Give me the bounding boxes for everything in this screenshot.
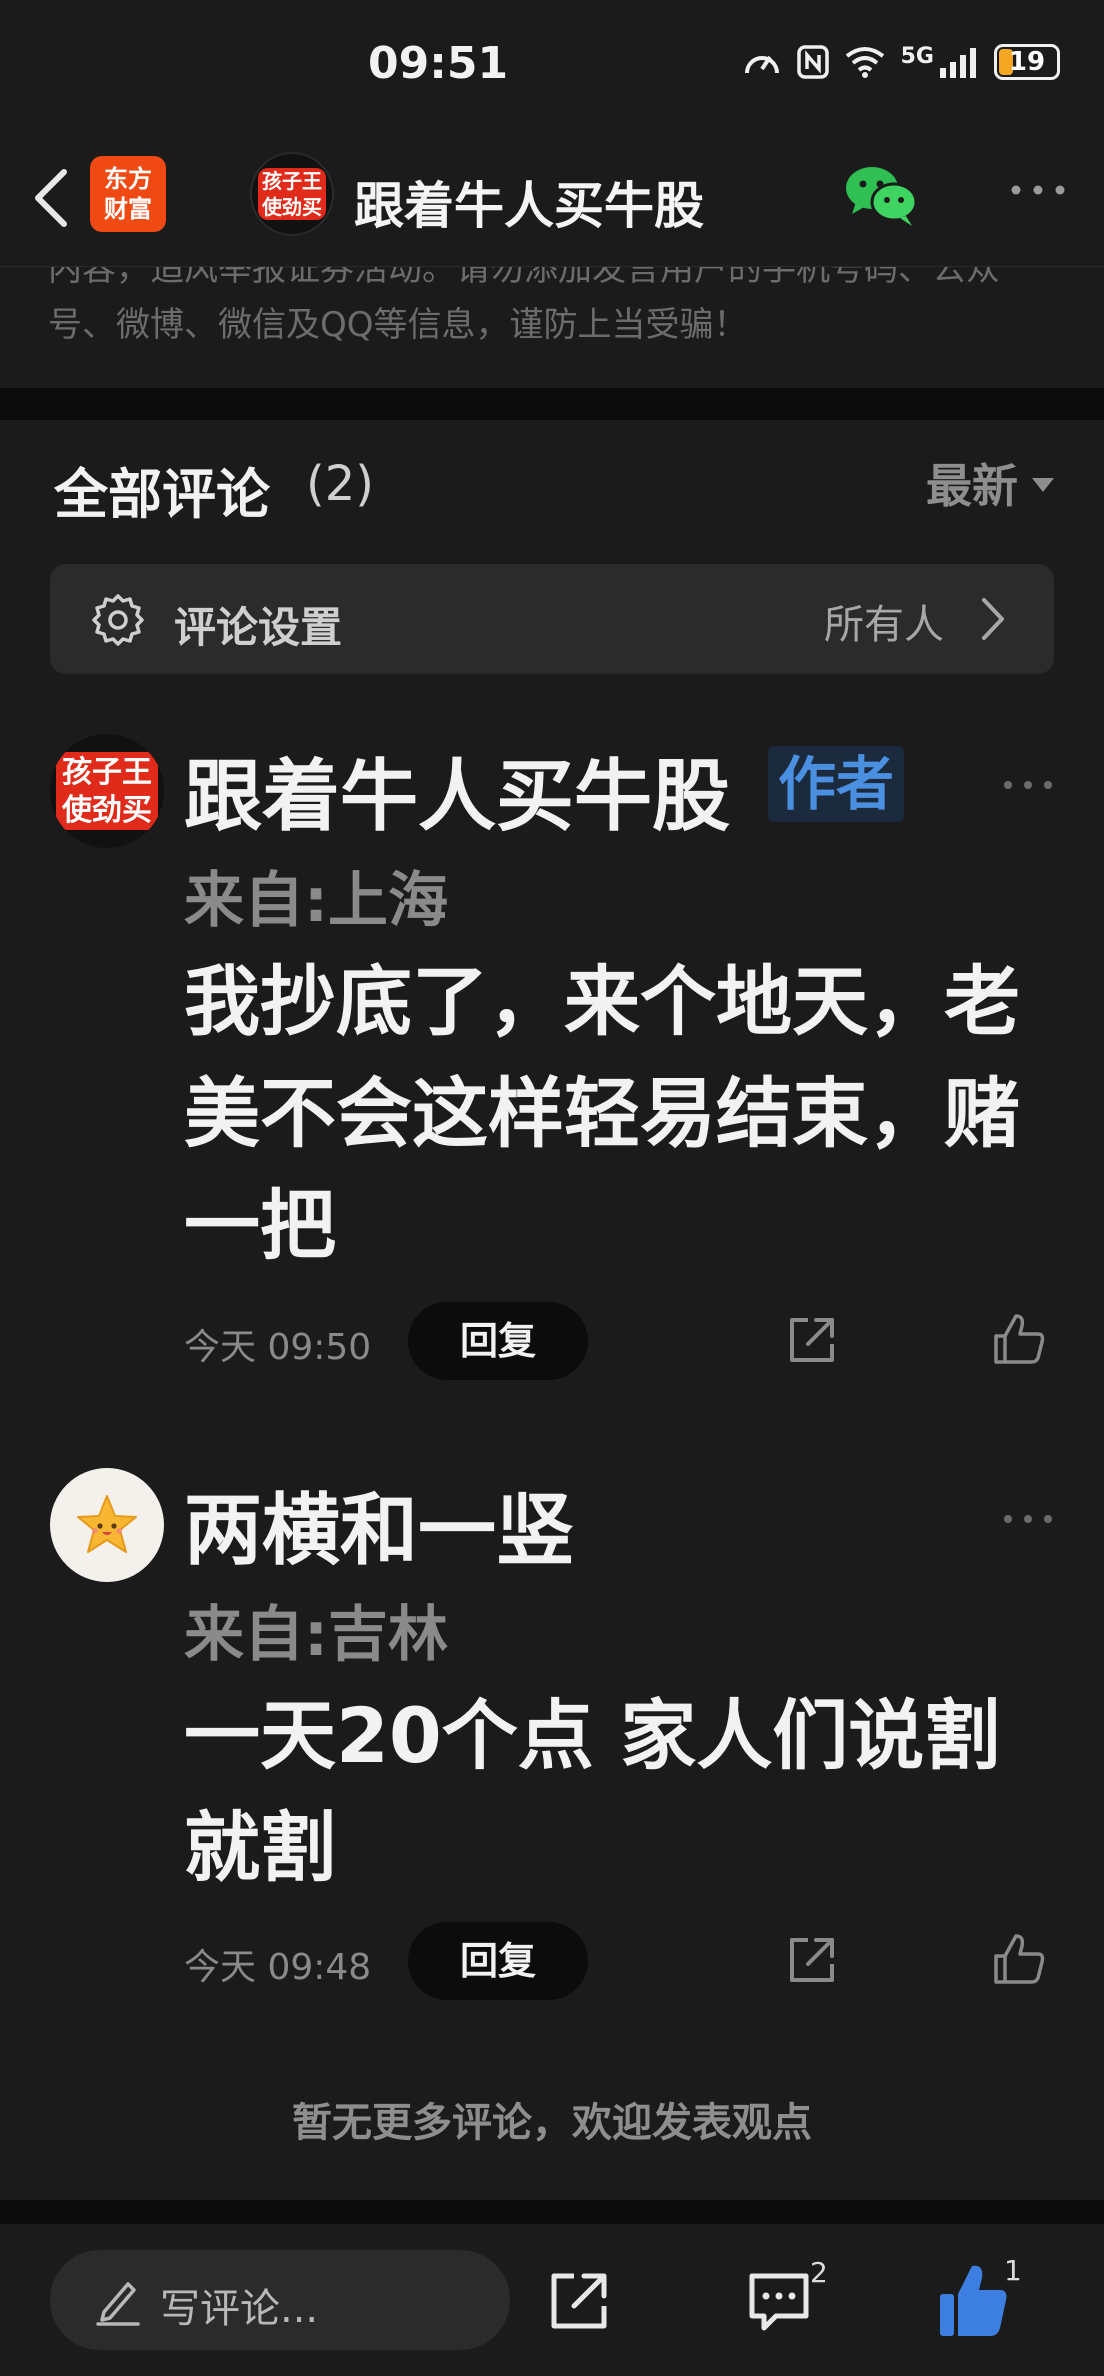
author-badge: 作者 (768, 746, 905, 822)
section-divider (0, 388, 1104, 420)
comment-item: 两横和一竖 来自:吉林 一天20个点 家人们说割就割 今天 09:48 回复 (0, 1468, 1104, 2068)
comment-item: 孩子王 使劲买 跟着牛人买牛股 作者 来自:上海 我抄底了，来个地天，老美不会这… (0, 734, 1104, 1380)
notice-line2: 号、微博、微信及QQ等信息，谨防上当受骗！ (48, 305, 748, 345)
nav-avatar[interactable]: 孩子王 使劲买 (250, 152, 334, 236)
risk-notice: 内容，追风举报证券活动。请勿添加发言用户的手机号码、公众 号、微博、微信及QQ等… (0, 266, 1104, 388)
back-icon[interactable] (28, 166, 78, 230)
nav-avatar-line1: 孩子王 (262, 169, 322, 193)
comment-location: 来自:上海 (184, 866, 448, 936)
thumbs-up-icon[interactable] (992, 1312, 1046, 1366)
network-label: 5G (900, 44, 934, 69)
comment-text: 我抄底了，来个地天，老美不会这样轻易结束，赌一把 (184, 957, 1020, 1270)
nav-avatar-line2: 使劲买 (262, 195, 322, 219)
settings-label: 评论设置 (174, 603, 343, 652)
reply-button[interactable]: 回复 (408, 1922, 588, 2000)
avatar-line1: 孩子王 (62, 755, 152, 790)
signal-icon (940, 48, 976, 78)
nav-avatar-badge: 孩子王 使劲买 (258, 168, 326, 220)
comment-icon[interactable] (746, 2270, 812, 2332)
reply-button[interactable]: 回复 (408, 1302, 588, 1380)
sort-dropdown[interactable]: 最新 (926, 450, 1054, 516)
comment-settings-row[interactable]: 评论设置 所有人 (50, 564, 1054, 674)
more-icon[interactable] (1002, 1512, 1054, 1526)
comment-text: 一天20个点 家人们说割就割 (184, 1691, 1001, 1892)
footer-divider (0, 2200, 1104, 2224)
thumbs-up-filled-icon[interactable] (938, 2262, 1010, 2338)
like-count: 1 (1004, 2254, 1022, 2287)
no-more-comments: 暂无更多评论，欢迎发表观点 (292, 2100, 812, 2146)
avatar[interactable] (50, 1468, 164, 1582)
star-icon (77, 1495, 137, 1553)
gear-icon (92, 594, 144, 646)
app-logo-line2: 财富 (104, 195, 152, 223)
share-icon[interactable] (786, 1934, 838, 1986)
comments-count: (2) (306, 456, 374, 512)
share-icon[interactable] (548, 2270, 610, 2332)
speed-icon (744, 55, 779, 74)
comment-count: 2 (810, 2256, 828, 2289)
write-comment-placeholder: 写评论... (160, 2286, 319, 2332)
status-icons: 5G 19 (743, 44, 1060, 80)
comment-time: 今天 09:50 (184, 1327, 372, 1368)
battery-icon: 19 (994, 44, 1060, 80)
comment-author[interactable]: 跟着牛人买牛股 (184, 734, 730, 846)
avatar-line2: 使劲买 (62, 793, 152, 828)
comments-title: 全部评论 (54, 463, 270, 526)
bottom-bar: 写评论... 2 1 (0, 2224, 1104, 2376)
avatar-badge: 孩子王 使劲买 (56, 752, 158, 830)
avatar[interactable]: 孩子王 使劲买 (50, 734, 164, 848)
wifi-icon (845, 47, 884, 78)
more-icon[interactable] (1002, 778, 1054, 792)
chevron-right-icon (982, 598, 1004, 640)
write-comment-input[interactable]: 写评论... (50, 2250, 510, 2350)
nfc-icon (796, 45, 829, 79)
thumbs-up-icon[interactable] (992, 1932, 1046, 1986)
comment-time: 今天 09:48 (184, 1947, 372, 1988)
comments-section: 全部评论 (2) 最新 评论设置 所有人 孩子王 使劲买 跟着牛人买牛股 作者 (0, 420, 1104, 2200)
wechat-icon[interactable] (842, 160, 922, 230)
battery-level: 19 (1008, 47, 1046, 77)
settings-value: 所有人 (824, 602, 944, 648)
pencil-icon (96, 2282, 140, 2326)
comment-location: 来自:吉林 (184, 1600, 448, 1670)
comment-author[interactable]: 两横和一竖 (184, 1468, 574, 1580)
app-logo-line1: 东方 (104, 165, 152, 193)
more-icon[interactable] (1008, 180, 1068, 200)
share-icon[interactable] (786, 1314, 838, 1366)
app-logo[interactable]: 东方 财富 (90, 156, 166, 232)
page-title[interactable]: 跟着牛人买牛股 (354, 166, 704, 238)
caret-down-icon (1032, 478, 1054, 492)
status-bar: 09:51 5G 19 (0, 0, 1104, 130)
nav-bar: 东方 财富 孩子王 使劲买 跟着牛人买牛股 (0, 130, 1104, 266)
sort-label: 最新 (926, 459, 1018, 513)
status-time: 09:51 (368, 38, 509, 89)
notice-line1: 内容，追风举报证券活动。请勿添加发言用户的手机号码、公众 (48, 266, 1000, 289)
